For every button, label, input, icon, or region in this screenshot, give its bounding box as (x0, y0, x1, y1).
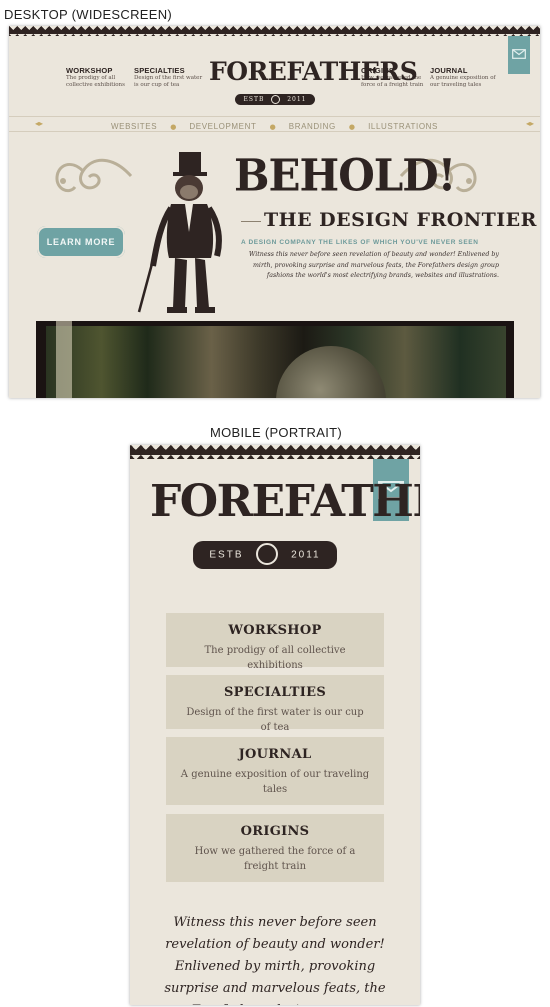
nav-card-specialties[interactable]: SPECIALTIES Design of the first water is… (166, 675, 384, 733)
nav-title: WORKSHOP (66, 66, 113, 75)
menu-item-illustrations[interactable]: ILLUSTRATIONS (368, 122, 438, 131)
photo-image (46, 326, 506, 398)
logo-wordmark: FOREFATHERS (209, 57, 418, 86)
featured-photo (36, 321, 514, 398)
nav-card-journal[interactable]: JOURNAL A genuine exposition of our trav… (166, 737, 384, 805)
card-title: ORIGINS (240, 824, 310, 839)
card-title: SPECIALTIES (223, 685, 327, 700)
card-title: WORKSHOP (228, 623, 322, 638)
menu-item-branding[interactable]: BRANDING (289, 122, 336, 131)
nav-desc: The prodigy of all collective exhibition… (66, 75, 125, 88)
estb-badge: ESTB 2011 (235, 94, 315, 105)
menu-arrow-right-icon: ◂▸ (525, 119, 534, 128)
nav-title: JOURNAL (430, 66, 468, 75)
mobile-blurb: Witness this never before seen revelatio… (164, 915, 386, 1005)
mobile-caption: MOBILE (PORTRAIT) (210, 425, 342, 440)
zigzag-border (130, 445, 420, 459)
envelope-icon (512, 49, 526, 59)
hero-tagline: A DESIGN COMPANY THE LIKES OF WHICH YOU'… (241, 239, 479, 246)
card-title: JOURNAL (238, 747, 312, 762)
nav-item-specialties[interactable]: SPECIALTIES Design of the first water is… (134, 66, 204, 89)
eye-icon (271, 95, 281, 104)
hero-blurb: Witness this never before seen revelatio… (248, 251, 499, 279)
estb-badge: ESTB 2011 (193, 541, 337, 569)
estb-year: 2011 (287, 96, 307, 103)
nav-title: SPECIALTIES (134, 66, 185, 75)
menu-item-development[interactable]: DEVELOPMENT (189, 122, 256, 131)
menu-separator: ● (269, 123, 276, 131)
hero-headline: BEHOLD! (234, 149, 456, 202)
menu-separator: ● (348, 123, 356, 131)
mobile-screenshot: FOREFATHERS ESTB 2011 WORKSHOP The prodi… (130, 445, 420, 1005)
menu-arrow-left-icon: ◂▸ (35, 119, 44, 128)
flourish-left-icon (55, 158, 133, 193)
nav-item-journal[interactable]: JOURNAL A genuine exposition of our trav… (430, 66, 500, 89)
nav-item-workshop[interactable]: WORKSHOP The prodigy of all collective e… (66, 66, 136, 89)
desktop-caption: DESKTOP (WIDESCREEN) (4, 7, 173, 22)
estb-label: ESTB (243, 96, 265, 103)
nav-desc: Design of the first water is our cup of … (134, 75, 203, 88)
card-desc: The prodigy of all collective exhibition… (204, 645, 346, 671)
divider (241, 221, 261, 222)
nav-desc: A genuine exposition of our traveling ta… (430, 75, 496, 88)
nav-card-origins[interactable]: ORIGINS How we gathered the force of a f… (166, 814, 384, 882)
card-desc: Design of the first water is our cup of … (186, 707, 364, 733)
eye-icon (256, 543, 279, 565)
desktop-screenshot: WORKSHOP The prodigy of all collective e… (9, 26, 540, 398)
photo-detail (56, 321, 72, 398)
category-menu: ◂▸ WEBSITES ● DEVELOPMENT ● BRANDING ● I… (9, 116, 540, 132)
nav-card-workshop[interactable]: WORKSHOP The prodigy of all collective e… (166, 613, 384, 671)
zigzag-border (9, 26, 540, 36)
learn-more-button[interactable]: LEARN MORE (37, 226, 125, 258)
hero-subheadline: THE DESIGN FRONTIER (264, 209, 537, 231)
contact-ribbon[interactable] (508, 36, 530, 74)
card-desc: A genuine exposition of our traveling ta… (180, 769, 370, 795)
estb-label: ESTB (209, 549, 244, 561)
logo-wordmark: FOREFATHERS (150, 476, 420, 527)
menu-item-websites[interactable]: WEBSITES (111, 122, 157, 131)
card-desc: How we gathered the force of a freight t… (194, 846, 356, 872)
monkey-illustration (137, 152, 222, 313)
logo[interactable]: FOREFATHERS ESTB 2011 (150, 476, 420, 569)
menu-separator: ● (170, 123, 177, 131)
estb-year: 2011 (291, 549, 321, 561)
